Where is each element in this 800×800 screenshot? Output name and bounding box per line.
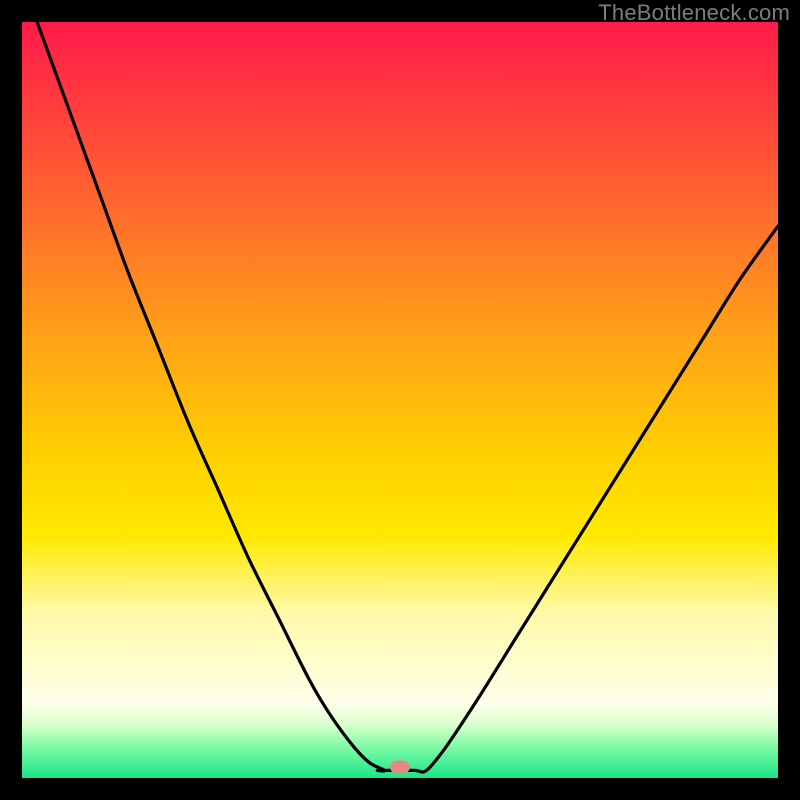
curve-svg (22, 22, 778, 778)
bottleneck-curve (37, 22, 778, 772)
watermark-text: TheBottleneck.com (598, 0, 790, 26)
chart-container: TheBottleneck.com (0, 0, 800, 800)
plot-area (22, 22, 778, 778)
optimal-point-marker (390, 761, 410, 774)
